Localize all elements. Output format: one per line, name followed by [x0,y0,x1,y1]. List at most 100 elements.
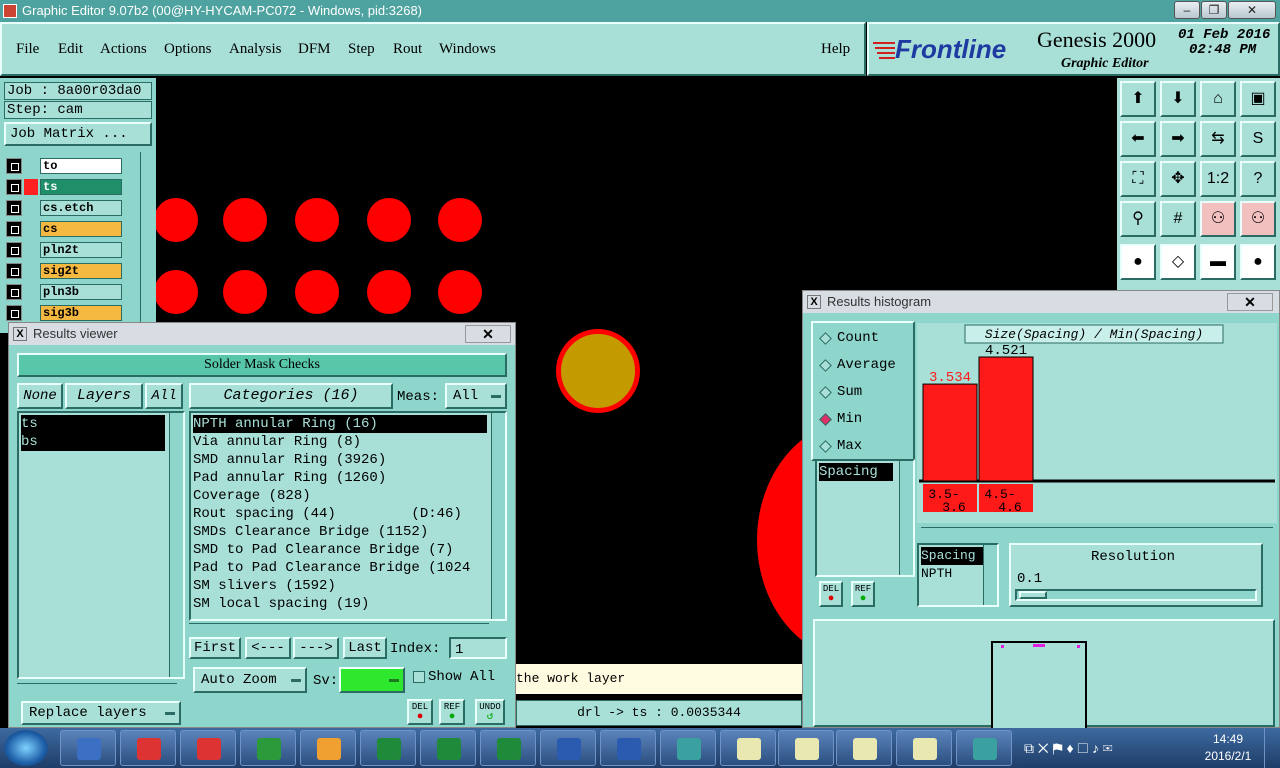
list-item[interactable]: NPTH [921,565,983,583]
taskbar-button[interactable] [60,730,116,766]
taskbar-button[interactable] [660,730,716,766]
meas-dropdown[interactable]: All [445,383,507,409]
layer-checkbox[interactable] [6,263,22,279]
category-item[interactable]: Pad annular Ring (1260) [193,469,487,487]
category-item[interactable]: SMD to Pad Clearance Bridge (7) [193,541,487,559]
layer-row[interactable]: sig3b [6,305,122,321]
taskbar-button[interactable] [896,730,952,766]
mode-option-average[interactable]: Average [817,354,913,376]
results-viewer-close-button[interactable]: ✕ [465,325,511,343]
layer-row[interactable]: cs [6,221,122,237]
category-item[interactable]: Pad to Pad Clearance Bridge (1024 [193,559,487,577]
mode-option-max[interactable]: Max [817,435,913,457]
menu-file[interactable]: File [16,41,39,58]
layer-row[interactable]: pln3b [6,284,122,300]
none-button[interactable]: None [17,383,63,409]
pan-down-icon[interactable]: ⬇ [1160,81,1196,117]
resolution-slider-handle[interactable] [1019,591,1047,599]
layer-results-list[interactable]: ts bs [17,411,185,679]
resolution-slider[interactable] [1015,589,1257,601]
category-item[interactable]: NPTH annular Ring (16) [193,415,487,433]
layer-checkbox[interactable] [6,242,22,258]
field-list-vscroll[interactable] [899,461,913,575]
layer-list-vscroll[interactable] [169,413,183,677]
pan-right-icon[interactable]: ➡ [1160,121,1196,157]
show-desktop-button[interactable] [1264,728,1280,768]
list-item[interactable]: ts [21,415,165,433]
minimize-button[interactable]: – [1174,1,1200,19]
layer-checkbox[interactable] [6,221,22,237]
categories-vscroll[interactable] [491,413,505,619]
histogram-sub-list[interactable]: Spacing NPTH [917,543,999,607]
zoom-fit-icon[interactable]: ⛶ [1120,161,1156,197]
layer-color-swatch[interactable] [24,263,38,279]
taskbar-button[interactable] [120,730,176,766]
menu-rout[interactable]: Rout [393,41,422,58]
measure-icon[interactable]: ⚲ [1120,201,1156,237]
menu-dfm[interactable]: DFM [298,41,331,58]
last-button[interactable]: Last [343,637,387,659]
layer-color-swatch[interactable] [24,200,38,216]
layer-checkbox[interactable] [6,200,22,216]
sv-color-dropdown[interactable] [339,667,405,693]
mode-option-sum[interactable]: Sum [817,381,913,403]
menu-help[interactable]: Help [821,41,850,58]
layer-row[interactable]: cs.etch [6,200,122,216]
ref-button[interactable]: REF ● [439,699,465,725]
layer-color-swatch[interactable] [24,221,38,237]
categories-hscroll[interactable] [189,623,489,635]
frame-icon[interactable]: ▣ [1240,81,1276,117]
radio-icon[interactable] [819,386,832,399]
taskbar-button[interactable] [956,730,1012,766]
layer-row[interactable]: sig2t [6,263,122,279]
pad-icon[interactable]: ● [1240,244,1276,280]
layer-color-swatch[interactable] [24,179,38,195]
menu-edit[interactable]: Edit [58,41,83,58]
taskbar-button[interactable] [836,730,892,766]
layer-color-swatch[interactable] [24,284,38,300]
prev-button[interactable]: <--- [245,637,291,659]
taskbar-button[interactable] [300,730,356,766]
layer-row[interactable]: ts [6,179,122,195]
category-item[interactable]: Rout spacing (44) (D:46) [193,505,487,523]
list-item[interactable]: Spacing [819,463,893,481]
layers-button[interactable]: Layers [65,383,143,409]
replace-layers-dropdown[interactable]: Replace layers [21,701,181,725]
index-input[interactable]: 1 [449,637,507,659]
tray-icons[interactable]: ⧉ ✕ ⚑ ♦ ☐ ♪ ✉ [1024,740,1113,757]
shape-icon[interactable]: ◇ [1160,244,1196,280]
sub-list-vscroll[interactable] [983,545,997,605]
first-button[interactable]: First [189,637,241,659]
histogram-del-button[interactable]: DEL ● [819,581,843,607]
category-item[interactable]: SM local spacing (19) [193,595,487,613]
taskbar-button[interactable] [540,730,596,766]
one-to-two-icon[interactable]: 1:2 [1200,161,1236,197]
all-layers-button[interactable]: All [145,383,183,409]
home-icon[interactable]: ⌂ [1200,81,1236,117]
category-item[interactable]: SM slivers (1592) [193,577,487,595]
layer-color-swatch[interactable] [24,158,38,174]
category-item[interactable]: Coverage (828) [193,487,487,505]
mode-option-min[interactable]: Min [817,408,913,430]
taskbar-button[interactable] [778,730,834,766]
grid-icon[interactable]: # [1160,201,1196,237]
layer-list-scrollbar[interactable] [140,152,154,333]
ruler-icon[interactable]: ▬ [1200,244,1236,280]
layer-list-hscroll[interactable] [17,683,177,695]
layer-checkbox[interactable] [6,284,22,300]
radio-icon[interactable] [819,440,832,453]
taskbar-button[interactable] [480,730,536,766]
pan-up-icon[interactable]: ⬆ [1120,81,1156,117]
taskbar-button[interactable] [360,730,416,766]
list-item[interactable]: bs [21,433,165,451]
del-button[interactable]: DEL ● [407,699,433,725]
undo-button[interactable]: UNDO ↺ [475,699,505,725]
list-item[interactable]: Spacing [921,547,983,565]
menu-step[interactable]: Step [348,41,375,58]
category-item[interactable]: Via annular Ring (8) [193,433,487,451]
swap-icon[interactable]: ⇆ [1200,121,1236,157]
taskbar-button[interactable] [180,730,236,766]
layer-checkbox[interactable] [6,179,22,195]
radio-icon[interactable] [819,332,832,345]
histogram-close-button[interactable]: ✕ [1227,293,1273,311]
